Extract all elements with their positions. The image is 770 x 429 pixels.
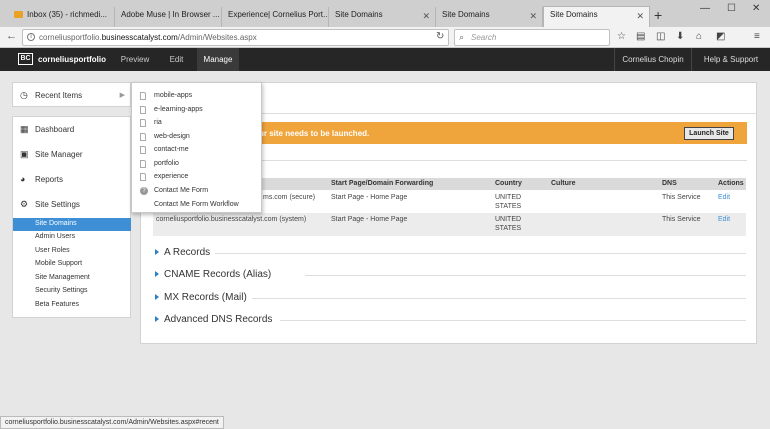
tab-bar: Inbox (35) - richmedi... Adobe Muse | In… — [0, 0, 770, 27]
recent-item[interactable]: mobile-apps — [140, 92, 192, 100]
recent-item[interactable]: Contact Me Form Workflow — [140, 201, 239, 208]
launch-banner: ur site needs to be launched. — [259, 122, 747, 144]
edit-menu[interactable]: Edit — [156, 48, 197, 71]
expand-arrow-icon — [155, 316, 159, 323]
browser-tab[interactable]: Inbox (35) - richmedi... — [8, 7, 115, 27]
edit-link[interactable]: Edit — [718, 193, 730, 202]
page-icon — [140, 146, 146, 154]
search-input[interactable]: ⌕ Search — [454, 29, 610, 46]
recent-item[interactable]: ? Contact Me Form — [140, 187, 208, 195]
sidebar-subitem-security-settings[interactable]: Security Settings — [13, 285, 131, 298]
recent-items-panel: ◷ Recent Items ▶ — [12, 82, 131, 107]
home-icon[interactable]: ⌂ — [696, 31, 702, 42]
sidebar-subitem-beta-features[interactable]: Beta Features — [13, 299, 131, 312]
form-icon: ? — [140, 187, 148, 195]
section-advanced-dns[interactable]: Advanced DNS Records — [155, 314, 272, 325]
reload-icon[interactable]: ↻ — [436, 31, 444, 42]
bc-logo[interactable]: BC — [18, 53, 33, 65]
sidebar-subitem-site-management[interactable]: Site Management — [13, 272, 131, 285]
sidebar-subitem-admin-users[interactable]: Admin Users — [13, 231, 131, 244]
clock-icon: ◷ — [20, 90, 28, 100]
browser-tab-active[interactable]: Site Domains ✕ — [543, 6, 650, 27]
chevron-right-icon: ▶ — [119, 92, 125, 99]
expand-arrow-icon — [155, 271, 159, 278]
sidebar-item-reports[interactable]: ◕ Reports — [13, 167, 131, 192]
admin-toolbar: BC corneliusportfolio Preview Edit Manag… — [0, 48, 770, 71]
url-bar[interactable]: i corneliusportfolio.businesscatalyst.co… — [22, 29, 449, 46]
recent-item[interactable]: e-learning-apps — [140, 106, 203, 114]
page-icon — [140, 160, 146, 168]
back-icon[interactable]: ← — [6, 30, 17, 42]
extension-icon[interactable]: ◩ — [716, 31, 725, 42]
sidebar: ▦ Dashboard ▣ Site Manager ◕ Reports ⚙ S… — [12, 116, 131, 318]
menu-icon[interactable]: ≡ — [754, 31, 760, 42]
table-row: corneliusportfolio.businesscatalyst.com … — [153, 213, 746, 236]
page-icon — [140, 133, 146, 141]
edit-link[interactable]: Edit — [718, 215, 730, 224]
minimize-icon[interactable]: — — [700, 3, 710, 14]
page-icon — [140, 92, 146, 100]
mail-icon — [14, 11, 23, 19]
gear-icon: ⚙ — [20, 199, 29, 209]
recent-items-button[interactable]: ◷ Recent Items ▶ — [13, 83, 131, 108]
section-cname-records[interactable]: CNAME Records (Alias) — [155, 269, 271, 280]
new-tab-icon[interactable]: + — [654, 7, 662, 23]
table-divider — [259, 160, 747, 161]
close-window-icon[interactable]: ✕ — [752, 3, 760, 14]
help-support-link[interactable]: Help & Support — [691, 48, 770, 71]
page-icon — [140, 106, 146, 114]
recent-item[interactable]: web-design — [140, 133, 190, 141]
reading-list-icon[interactable]: ▤ — [636, 31, 645, 42]
sidebar-subitem-user-roles[interactable]: User Roles — [13, 245, 131, 258]
recent-item[interactable]: portfolio — [140, 160, 179, 168]
user-menu[interactable]: Cornelius Chopin — [614, 48, 691, 71]
page-icon — [140, 173, 146, 181]
recent-item[interactable]: contact-me — [140, 146, 189, 154]
expand-arrow-icon — [155, 294, 159, 301]
status-bar: corneliusportfolio.businesscatalyst.com/… — [0, 416, 770, 429]
browser-tab[interactable]: Site Domains ✕ — [329, 7, 436, 27]
sidebar-item-dashboard[interactable]: ▦ Dashboard — [13, 117, 131, 142]
recent-item[interactable]: experience — [140, 173, 188, 181]
recent-item[interactable]: ria — [140, 119, 162, 127]
manage-menu[interactable]: Manage — [197, 48, 239, 71]
site-manager-icon: ▣ — [20, 149, 29, 159]
sidebar-subitem-site-domains[interactable]: Site Domains — [13, 218, 131, 231]
close-tab-icon[interactable]: ✕ — [636, 11, 644, 22]
browser-tab[interactable]: Site Domains ✕ — [436, 7, 543, 27]
download-icon[interactable]: ⬇ — [676, 31, 684, 42]
section-a-records[interactable]: A Records — [155, 247, 210, 258]
reports-icon: ◕ — [20, 174, 26, 184]
dashboard-icon: ▦ — [20, 124, 29, 134]
close-tab-icon[interactable]: ✕ — [422, 11, 430, 22]
sidebar-item-site-manager[interactable]: ▣ Site Manager — [13, 142, 131, 167]
preview-menu[interactable]: Preview — [114, 48, 156, 71]
sidebar-item-site-settings[interactable]: ⚙ Site Settings — [13, 192, 131, 217]
recent-items-dropdown: mobile-apps e-learning-apps ria web-desi… — [131, 82, 262, 213]
site-name[interactable]: corneliusportfolio — [38, 55, 106, 64]
sidebar-subitem-mobile-support[interactable]: Mobile Support — [13, 258, 131, 271]
info-icon[interactable]: i — [27, 33, 35, 41]
page-icon — [140, 119, 146, 127]
pocket-icon[interactable]: ◫ — [656, 31, 665, 42]
browser-tab[interactable]: Adobe Muse | In Browser ... — [115, 7, 222, 27]
navigation-bar: ← i corneliusportfolio.businesscatalyst.… — [0, 27, 770, 48]
status-url: corneliusportfolio.businesscatalyst.com/… — [0, 416, 224, 429]
maximize-icon[interactable]: ☐ — [727, 3, 736, 14]
section-mx-records[interactable]: MX Records (Mail) — [155, 292, 247, 303]
close-tab-icon[interactable]: ✕ — [529, 11, 537, 22]
browser-tab[interactable]: Experience| Cornelius Port... — [222, 7, 329, 27]
launch-site-button[interactable]: Launch Site — [684, 127, 734, 140]
bookmark-star-icon[interactable]: ☆ — [617, 31, 626, 42]
search-icon: ⌕ — [459, 32, 465, 42]
expand-arrow-icon — [155, 249, 159, 256]
